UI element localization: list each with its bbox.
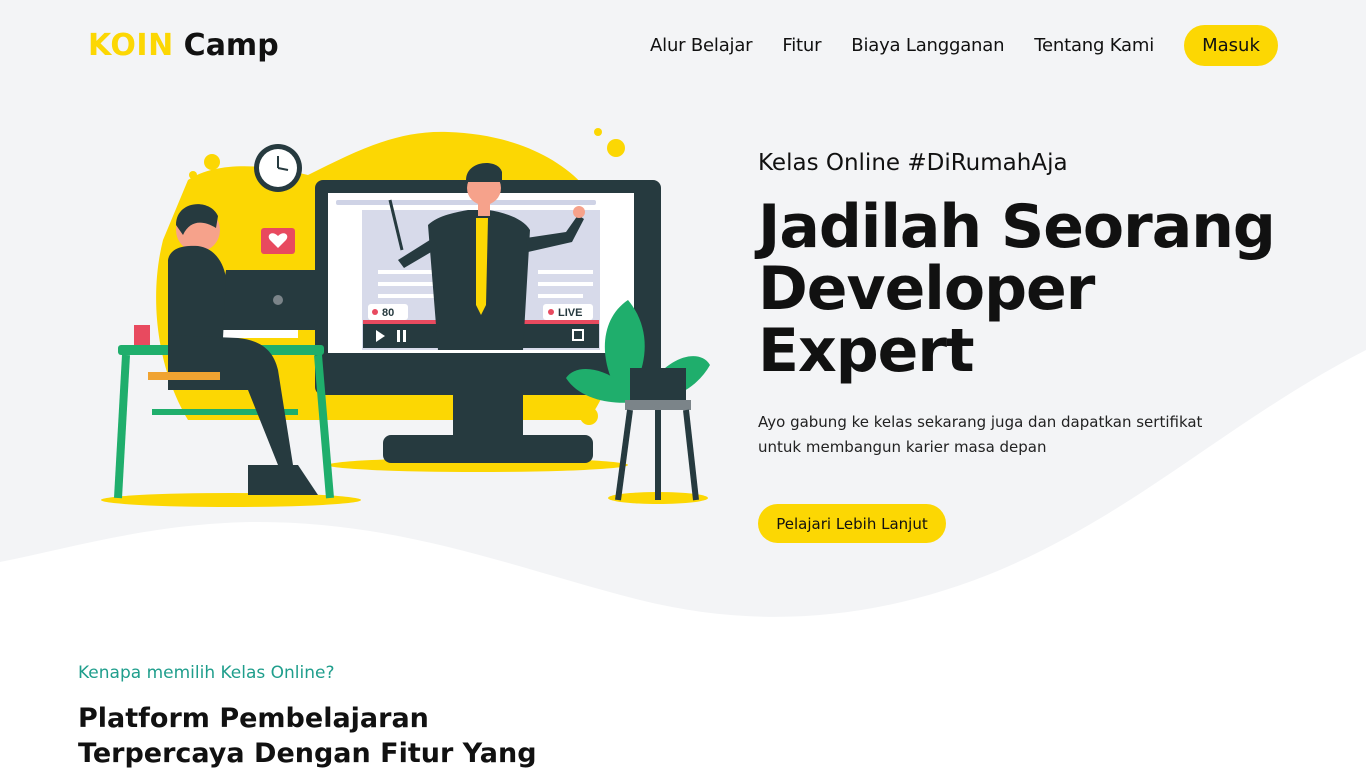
why-section: Kenapa memilih Kelas Online? Platform Pe… <box>78 663 598 768</box>
hero-content: Kelas Online #DiRumahAja Jadilah Seorang… <box>758 150 1278 543</box>
pencil-cup <box>134 325 150 345</box>
hero-title-line2: Developer Expert <box>758 254 1095 386</box>
login-button[interactable]: Masuk <box>1184 25 1278 66</box>
why-eyebrow: Kenapa memilih Kelas Online? <box>78 663 335 683</box>
hero-illustration: 80 LIVE <box>101 128 710 507</box>
decor-dot <box>204 154 220 170</box>
nav-biaya-langganan[interactable]: Biaya Langganan <box>851 35 1004 56</box>
floor-shadow <box>101 493 361 507</box>
main-nav: Alur Belajar Fitur Biaya Langganan Tenta… <box>620 25 1278 66</box>
learn-more-button[interactable]: Pelajari Lebih Lanjut <box>758 504 946 543</box>
hero-eyebrow: Kelas Online #DiRumahAja <box>758 150 1068 176</box>
site-header: KOIN Camp Alur Belajar Fitur Biaya Langg… <box>0 0 1366 92</box>
viewer-count: 80 <box>382 307 394 319</box>
logo[interactable]: KOIN Camp <box>88 28 279 63</box>
logo-koin-text: KOIN <box>88 28 174 63</box>
hero-title-line1: Jadilah Seorang <box>758 192 1276 262</box>
decor-dot <box>189 171 197 179</box>
decor-dot <box>607 139 625 157</box>
nav-tentang-kami[interactable]: Tentang Kami <box>1034 35 1154 56</box>
logo-camp-text: Camp <box>183 28 279 63</box>
why-title: Platform Pembelajaran Terpercaya Dengan … <box>78 703 537 768</box>
decor-dot <box>580 407 598 425</box>
nav-alur-belajar[interactable]: Alur Belajar <box>650 35 753 56</box>
live-label: LIVE <box>558 307 582 319</box>
nav-fitur[interactable]: Fitur <box>782 35 821 56</box>
pause-icon <box>397 330 400 342</box>
decor-dot <box>594 128 602 136</box>
hero-description: Ayo gabung ke kelas sekarang juga dan da… <box>758 413 1203 456</box>
clock-icon <box>254 144 302 192</box>
heart-icon <box>261 228 295 254</box>
hero-title: Jadilah Seorang Developer Expert <box>758 196 1278 382</box>
